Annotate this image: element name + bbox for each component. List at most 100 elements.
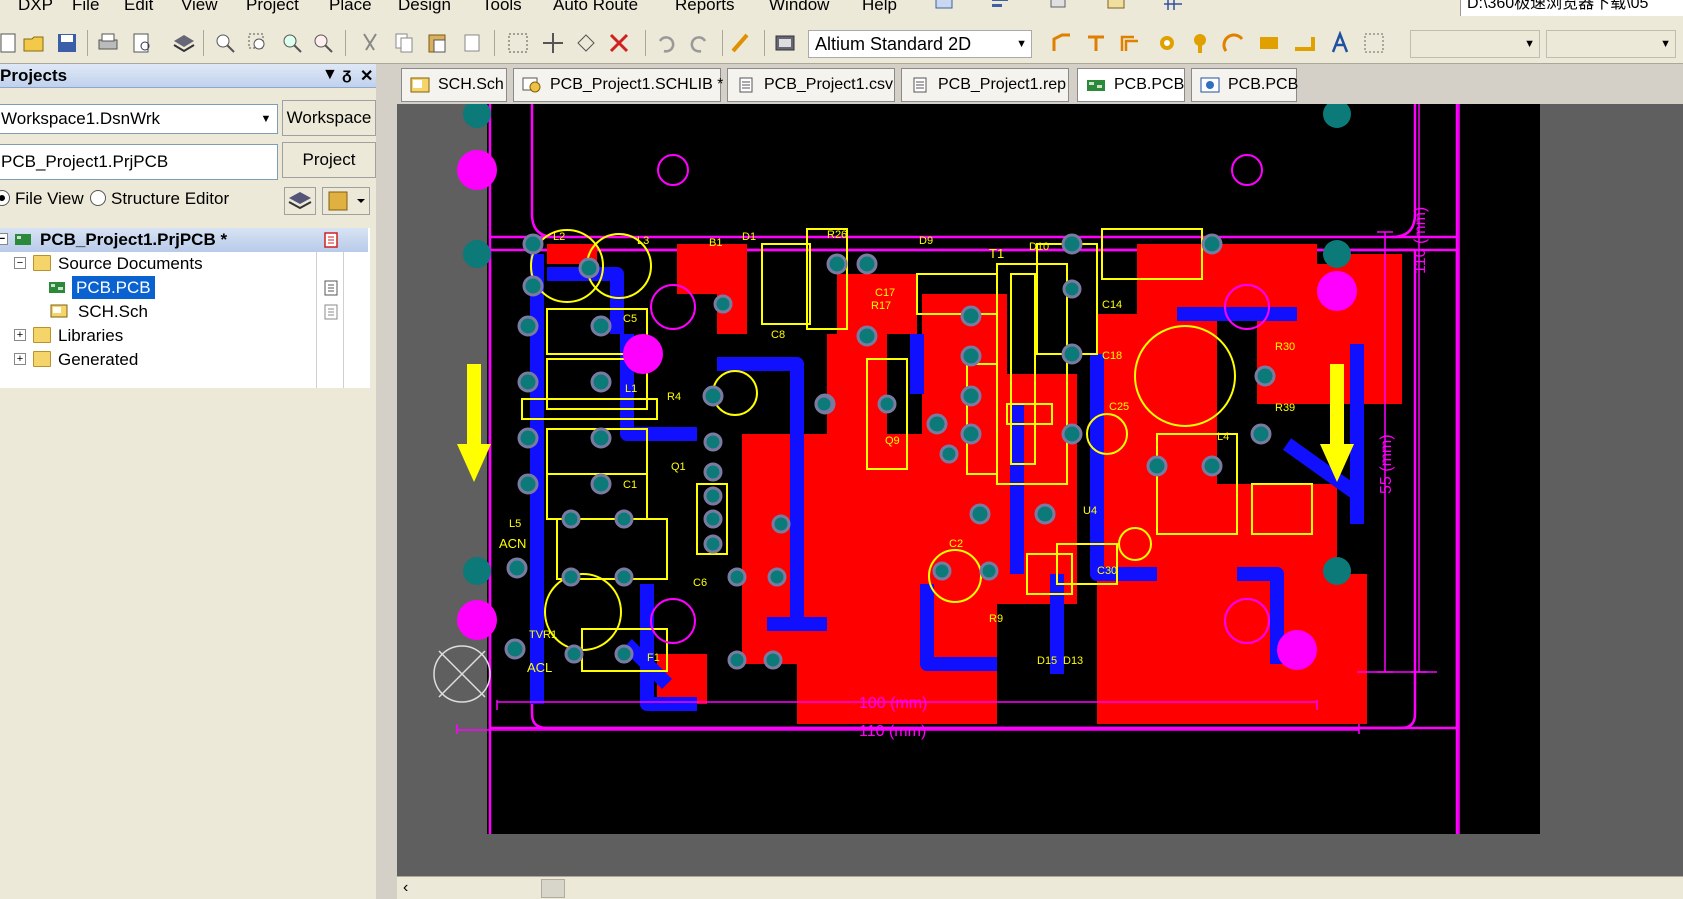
tab-pcb-3d[interactable]: PCB.PCB xyxy=(1191,68,1298,102)
route-differential-icon[interactable] xyxy=(1118,31,1142,55)
redo-icon[interactable] xyxy=(687,31,711,55)
pcb-drawing[interactable]: 100 (mm) 110 (mm) 55 (mm) 110 (mm) L2 L3… xyxy=(397,104,1683,876)
menu-help[interactable]: Help xyxy=(862,0,897,15)
browse-components-icon[interactable] xyxy=(773,31,797,55)
dimension-width-outer: 110 (mm) xyxy=(859,723,926,740)
move-icon[interactable] xyxy=(541,31,565,55)
align-tool-icon[interactable] xyxy=(990,0,1012,12)
tree-item-project[interactable]: − PCB_Project1.PrjPCB * xyxy=(0,228,368,252)
route-interactive-icon[interactable] xyxy=(1050,31,1074,55)
tab-rep[interactable]: PCB_Project1.rep xyxy=(901,68,1069,102)
collapse-icon[interactable]: − xyxy=(0,233,8,245)
menu-tools[interactable]: Tools xyxy=(482,0,522,15)
scroll-left-icon[interactable]: ‹ xyxy=(403,879,408,897)
filter-combo[interactable]: ▼ xyxy=(1546,30,1676,58)
tab-pcb[interactable]: PCB.PCB xyxy=(1077,68,1185,102)
tab-sch[interactable]: SCH.Sch xyxy=(401,68,507,102)
workspace-select[interactable]: Workspace1.DsnWrk ▼ xyxy=(0,104,278,134)
place-arc-icon[interactable] xyxy=(1222,31,1246,55)
collapse-icon[interactable]: − xyxy=(14,257,26,269)
rubber-stamp-icon[interactable] xyxy=(460,31,484,55)
panel-body: Workspace1.DsnWrk ▼ Workspace PCB_Projec… xyxy=(0,88,376,899)
menu-place[interactable]: Place xyxy=(329,0,372,15)
place-array-icon[interactable] xyxy=(1362,31,1386,55)
designator-q9: Q9 xyxy=(885,435,900,447)
open-folder-icon[interactable] xyxy=(22,31,46,55)
libraries-label: Libraries xyxy=(58,326,124,345)
file-view-radio[interactable]: File View xyxy=(0,189,84,209)
place-fill-icon[interactable] xyxy=(1257,31,1281,55)
layer-combo[interactable]: ▼ xyxy=(1410,30,1540,58)
designator-r39: R39 xyxy=(1275,402,1295,414)
project-options-button[interactable] xyxy=(284,187,316,215)
menu-auto-route[interactable]: Auto Route xyxy=(553,0,638,15)
zoom-filter-icon[interactable] xyxy=(311,31,335,55)
designator-r30: R30 xyxy=(1275,341,1295,353)
tree-item-generated[interactable]: + Generated xyxy=(0,348,368,372)
project-field[interactable]: PCB_Project1.PrjPCB xyxy=(0,144,278,180)
grid-tool-icon[interactable] xyxy=(1162,0,1184,12)
sheet-tool-icon[interactable] xyxy=(934,0,956,12)
pin-icon[interactable]: ᵹ xyxy=(342,66,352,84)
document-icon xyxy=(324,280,338,296)
place-string-icon[interactable] xyxy=(1328,31,1352,55)
tree-item-pcb[interactable]: PCB.PCB xyxy=(0,276,368,300)
deselect-icon[interactable] xyxy=(574,31,598,55)
menu-view[interactable]: View xyxy=(181,0,218,15)
document-options-button[interactable] xyxy=(322,187,370,215)
select-area-icon[interactable] xyxy=(506,31,530,55)
panel-menu-icon[interactable]: ▼ xyxy=(322,66,338,84)
tree-item-source-documents[interactable]: − Source Documents xyxy=(0,252,368,276)
zoom-fit-icon[interactable] xyxy=(213,31,237,55)
project-tree: − PCB_Project1.PrjPCB * − Source Documen… xyxy=(0,228,370,388)
tab-csv[interactable]: PCB_Project1.csv xyxy=(727,68,895,102)
undo-icon[interactable] xyxy=(654,31,678,55)
inspector-tool-icon[interactable] xyxy=(1106,0,1128,12)
pcb-editor-canvas[interactable]: 100 (mm) 110 (mm) 55 (mm) 110 (mm) L2 L3… xyxy=(397,104,1683,876)
zoom-area-icon[interactable] xyxy=(246,31,270,55)
cross-probe-icon[interactable] xyxy=(729,31,753,55)
new-file-icon[interactable] xyxy=(0,31,20,55)
close-icon[interactable]: ✕ xyxy=(360,66,373,86)
layers-icon[interactable] xyxy=(172,31,196,55)
route-multiple-icon[interactable] xyxy=(1084,31,1108,55)
designator-r9: R9 xyxy=(989,613,1003,625)
print-icon[interactable] xyxy=(96,31,120,55)
zoom-selected-icon[interactable] xyxy=(280,31,304,55)
toolbar-separator xyxy=(203,30,204,56)
tree-item-libraries[interactable]: + Libraries xyxy=(0,324,368,348)
copy-icon[interactable] xyxy=(392,31,416,55)
print-preview-icon[interactable] xyxy=(130,31,154,55)
scrollbar-thumb[interactable] xyxy=(541,879,565,898)
expand-icon[interactable]: + xyxy=(14,353,26,365)
tab-schlib[interactable]: PCB_Project1.SCHLIB * xyxy=(513,68,723,102)
place-pad-icon[interactable] xyxy=(1155,31,1179,55)
place-via-icon[interactable] xyxy=(1188,31,1212,55)
structure-editor-radio[interactable]: Structure Editor xyxy=(90,189,229,209)
view-mode-combo[interactable]: Altium Standard 2D ▼ xyxy=(808,30,1032,58)
tree-item-sch[interactable]: SCH.Sch xyxy=(0,300,368,324)
menu-design[interactable]: Design xyxy=(398,0,451,15)
project-button[interactable]: Project xyxy=(282,142,376,178)
designator-c25: C25 xyxy=(1109,401,1129,413)
folder-icon xyxy=(33,255,51,271)
place-polygon-icon[interactable] xyxy=(1292,31,1316,55)
horizontal-scrollbar[interactable]: ‹ xyxy=(397,876,1683,899)
paste-icon[interactable] xyxy=(425,31,449,55)
clear-filter-icon[interactable] xyxy=(607,31,631,55)
sch-document-label: SCH.Sch xyxy=(78,302,148,321)
designator-l3: L3 xyxy=(637,235,649,247)
save-icon[interactable] xyxy=(55,31,79,55)
component-tool-icon[interactable] xyxy=(1048,0,1070,12)
menu-window[interactable]: Window xyxy=(769,0,829,15)
menu-project[interactable]: Project xyxy=(246,0,299,15)
menu-edit[interactable]: Edit xyxy=(124,0,153,15)
menu-reports[interactable]: Reports xyxy=(675,0,735,15)
workspace-button[interactable]: Workspace xyxy=(282,100,376,136)
designator-u4: U4 xyxy=(1083,505,1097,517)
expand-icon[interactable]: + xyxy=(14,329,26,341)
menu-file[interactable]: File xyxy=(72,0,99,15)
cut-icon[interactable] xyxy=(358,31,382,55)
menu-dxp[interactable]: DXP xyxy=(18,0,53,15)
designator-d15: D15 xyxy=(1037,655,1057,667)
